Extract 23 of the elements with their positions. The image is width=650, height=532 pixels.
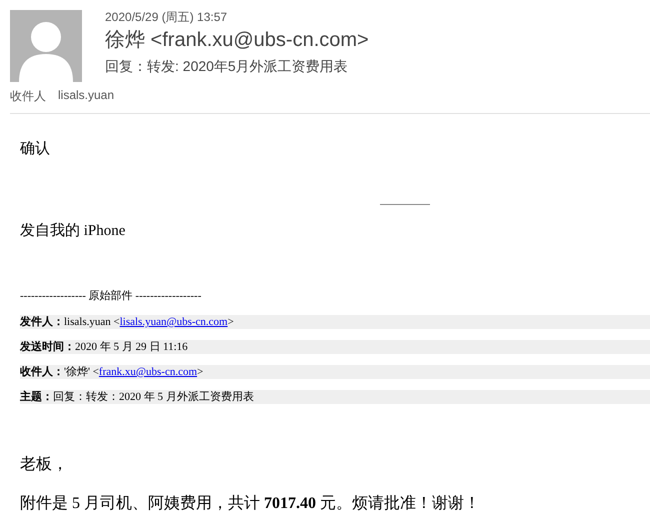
field-label: 收件人：	[20, 366, 64, 378]
field-value: >	[228, 316, 234, 328]
mail-subject: 回复：转发: 2020年5月外派工资费用表	[105, 57, 349, 76]
email-link[interactable]: frank.xu@ubs-cn.com	[98, 366, 198, 378]
reply-text: 确认	[20, 140, 51, 159]
recipient-label: 收件人	[10, 88, 46, 105]
field-value: '徐烨' <	[64, 366, 99, 378]
field-value: 回复：转发：2020 年 5 月外派工资费用表	[53, 391, 254, 403]
field-label: 主题：	[20, 391, 53, 403]
signature-text: 发自我的 iPhone	[20, 222, 126, 241]
avatar-icon	[10, 10, 82, 82]
field-label: 发件人：	[20, 316, 64, 328]
recipient-name: lisals.yuan	[58, 88, 114, 104]
email-link[interactable]: lisals.yuan@ubs-cn.com	[120, 316, 228, 328]
field-value: >	[197, 366, 204, 378]
greeting-text: 老板，	[20, 454, 69, 475]
field-value: 2020 年 5 月 29 日 11:16	[75, 341, 188, 353]
sent-date: 2020/5/29 (周五) 13:57	[105, 10, 228, 24]
original-mail-divider: ------------------ 原始部件 ------------------	[20, 289, 202, 303]
message-text: 附件是 5 月司机、阿姨费用，共计 7017.40 元。烦请批准！谢谢！	[20, 494, 481, 514]
field-label: 发送时间：	[20, 341, 75, 353]
sender-name: 徐烨 <frank.xu@ubs-cn.com>	[105, 28, 369, 53]
field-value: lisals.yuan <	[64, 316, 120, 328]
